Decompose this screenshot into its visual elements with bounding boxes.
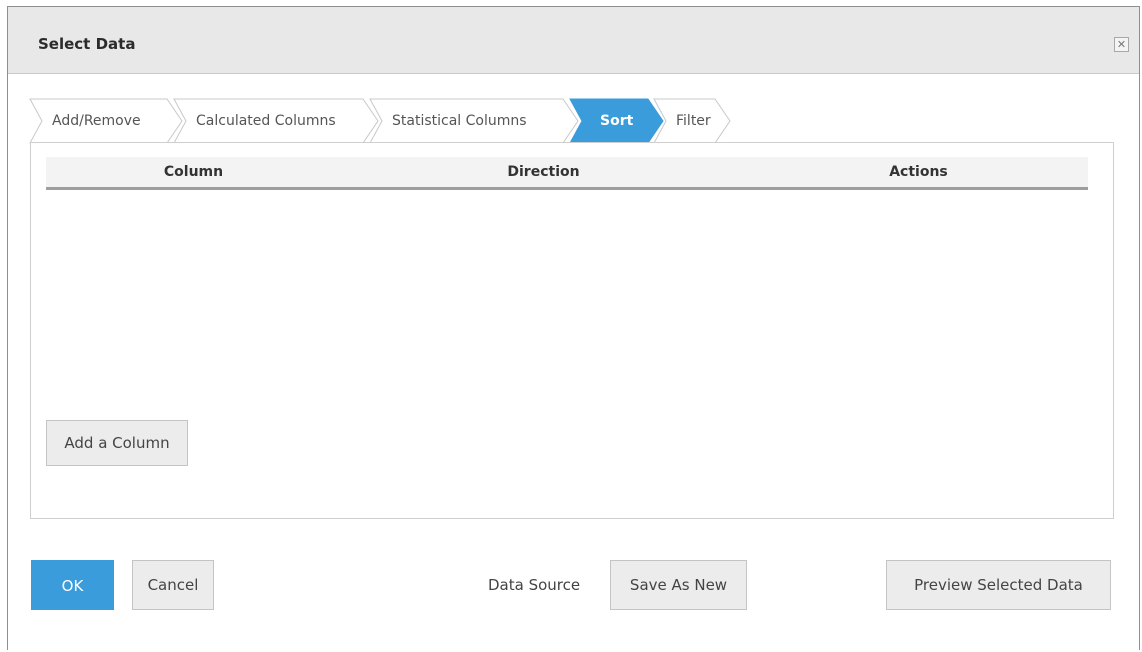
- column-header-column: Column: [163, 164, 224, 180]
- tab-label: Calculated Columns: [196, 113, 336, 129]
- sort-panel: Column Direction Actions Add a Column: [30, 142, 1114, 519]
- tab-label: Add/Remove: [52, 113, 141, 129]
- column-header-actions: Actions: [889, 164, 948, 180]
- close-icon[interactable]: ✕: [1114, 37, 1129, 52]
- column-header-direction: Direction: [507, 164, 580, 180]
- ok-button[interactable]: OK: [31, 560, 114, 610]
- add-column-button[interactable]: Add a Column: [46, 420, 188, 466]
- preview-selected-data-button[interactable]: Preview Selected Data: [886, 560, 1111, 610]
- data-source-label: Data Source: [488, 576, 581, 594]
- dialog-title: Select Data: [38, 35, 136, 53]
- sort-table-header: Column Direction Actions: [46, 157, 1088, 190]
- tab-label: Sort: [600, 113, 634, 129]
- cancel-button[interactable]: Cancel: [132, 560, 214, 610]
- save-as-new-button[interactable]: Save As New: [610, 560, 747, 610]
- dialog-titlebar: Select Data ✕: [8, 7, 1139, 74]
- tab-label: Filter: [676, 113, 711, 129]
- tab-label: Statistical Columns: [392, 113, 527, 129]
